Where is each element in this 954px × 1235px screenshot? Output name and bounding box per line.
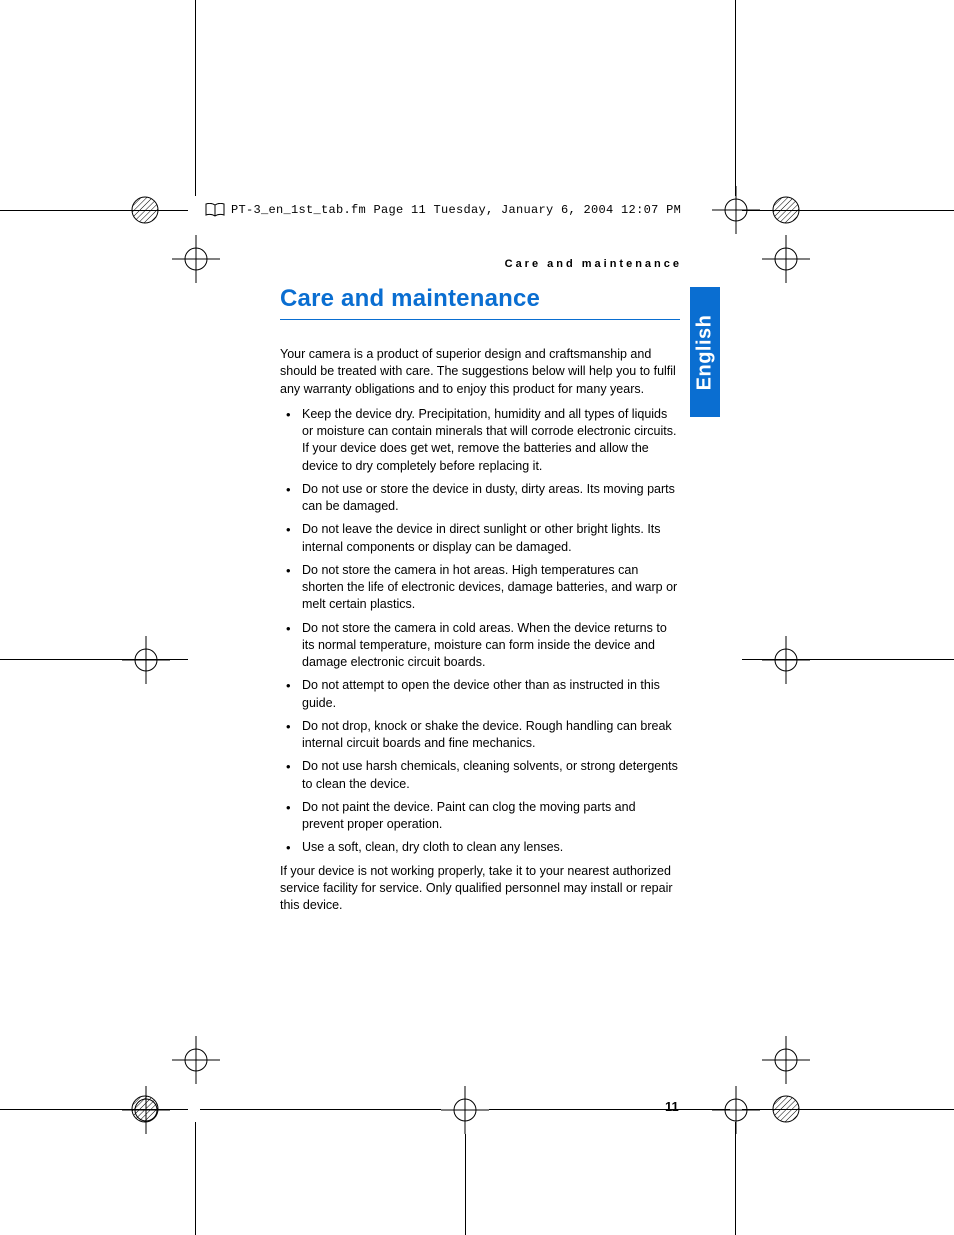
registration-mark-icon [712,186,760,234]
file-slug: PT-3_en_1st_tab.fm Page 11 Tuesday, Janu… [205,203,681,217]
intro-paragraph: Your camera is a product of superior des… [280,346,680,398]
language-tab-label: English [694,314,717,390]
running-header: Care and maintenance [505,258,682,270]
list-item: Do not store the camera in cold areas. W… [280,620,680,672]
crosshatch-mark-icon [131,1095,159,1123]
registration-mark-icon [172,1036,220,1084]
crosshatch-mark-icon [772,1095,800,1123]
list-item: Keep the device dry. Precipitation, humi… [280,406,680,475]
list-item: Do not attempt to open the device other … [280,677,680,712]
registration-mark-icon [762,235,810,283]
registration-mark-icon [122,636,170,684]
registration-mark-icon [712,1086,760,1134]
registration-mark-icon [762,1036,810,1084]
registration-mark-icon [122,1086,170,1134]
page-heading: Care and maintenance [280,285,680,313]
crosshatch-mark-icon [772,196,800,224]
list-item: Do not leave the device in direct sunlig… [280,521,680,556]
registration-mark-icon [762,636,810,684]
book-icon [205,203,225,217]
list-item: Do not use harsh chemicals, cleaning sol… [280,758,680,793]
page-number: 11 [665,1099,679,1114]
slug-text: PT-3_en_1st_tab.fm Page 11 Tuesday, Janu… [231,203,681,217]
crosshatch-mark-icon [131,196,159,224]
list-item: Do not store the camera in hot areas. Hi… [280,562,680,614]
list-item: Use a soft, clean, dry cloth to clean an… [280,839,680,856]
registration-mark-icon [172,235,220,283]
language-tab: English [690,287,720,417]
list-item: Do not paint the device. Paint can clog … [280,799,680,834]
bullet-list: Keep the device dry. Precipitation, humi… [280,406,680,857]
list-item: Do not drop, knock or shake the device. … [280,718,680,753]
list-item: Do not use or store the device in dusty,… [280,481,680,516]
registration-mark-icon [441,1086,489,1134]
heading-rule [280,319,680,320]
page-content: Care and maintenance Your camera is a pr… [280,285,680,922]
outro-paragraph: If your device is not working properly, … [280,863,680,915]
